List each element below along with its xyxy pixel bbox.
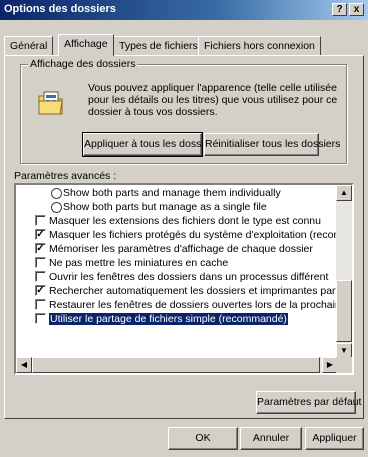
advanced-settings-items: Show both parts and manage them individu… — [16, 185, 338, 359]
list-item-label: Masquer les fichiers protégés du système… — [49, 229, 338, 241]
list-item-label: Ne pas mettre les miniatures en cache — [49, 257, 229, 269]
horizontal-scroll-thumb[interactable] — [32, 357, 320, 373]
apply-button[interactable]: Appliquer — [305, 427, 364, 450]
checkbox-checked[interactable]: ✓ — [35, 243, 46, 254]
cancel-button[interactable]: Annuler — [240, 427, 302, 450]
checkbox[interactable] — [35, 271, 46, 282]
ok-button[interactable]: OK — [168, 427, 238, 450]
radio-button[interactable] — [51, 188, 62, 199]
arrow-left-icon[interactable]: ◀ — [16, 357, 32, 373]
vertical-scrollbar[interactable]: ▲ ▼ — [336, 185, 352, 359]
list-item-label: Utiliser le partage de fichiers simple (… — [48, 312, 289, 326]
tab-fichiers-hors-connexion[interactable]: Fichiers hors connexion — [198, 36, 321, 55]
list-item-label: Show both parts and manage them individu… — [63, 187, 281, 199]
list-item[interactable]: Restaurer les fenêtres de dossiers ouver… — [35, 299, 338, 312]
list-item-selected[interactable]: Utiliser le partage de fichiers simple (… — [35, 312, 289, 326]
help-button[interactable]: ? — [332, 3, 347, 16]
vertical-scroll-thumb[interactable] — [336, 280, 352, 342]
title-bar[interactable]: Options des dossiers ? x — [0, 0, 368, 20]
list-item-label: Rechercher automatiquement les dossiers … — [49, 285, 338, 297]
tab-affichage[interactable]: Affichage — [58, 34, 114, 56]
checkbox-checked[interactable]: ✓ — [35, 229, 46, 240]
folder-view-description: Vous pouvez appliquer l'apparence (telle… — [88, 82, 338, 118]
folder-view-legend: Affichage des dossiers — [28, 58, 138, 70]
advanced-settings-list[interactable]: Show both parts and manage them individu… — [14, 183, 354, 375]
list-item[interactable]: Show both parts but manage as a single f… — [51, 201, 267, 214]
tab-types-de-fichiers[interactable]: Types de fichiers — [113, 36, 204, 55]
apply-to-all-folders-button[interactable]: Appliquer à tous les dossiers — [82, 132, 218, 157]
list-item[interactable]: Ne pas mettre les miniatures en cache — [35, 257, 229, 270]
checkbox-checked[interactable]: ✓ — [35, 285, 46, 296]
list-item[interactable]: ✓ Mémoriser les paramètres d'affichage d… — [35, 243, 313, 256]
folder-options-dialog: Options des dossiers ? x Général Afficha… — [0, 0, 368, 457]
horizontal-scrollbar[interactable]: ◀ ▶ — [16, 357, 338, 373]
list-item-label: Restaurer les fenêtres de dossiers ouver… — [49, 299, 338, 311]
checkbox[interactable] — [35, 313, 46, 324]
radio-button[interactable] — [51, 202, 62, 213]
list-item-label: Ouvrir les fenêtres des dossiers dans un… — [49, 271, 329, 283]
checkbox[interactable] — [35, 257, 46, 268]
checkbox[interactable] — [35, 215, 46, 226]
list-item[interactable]: Show both parts and manage them individu… — [51, 187, 281, 200]
tab-general[interactable]: Général — [4, 36, 54, 55]
folder-options-icon — [38, 91, 63, 115]
scrollbar-corner — [336, 357, 352, 373]
restore-defaults-button[interactable]: Paramètres par défaut — [256, 391, 361, 414]
reset-all-folders-button[interactable]: Réinitialiser tous les dossiers — [204, 133, 340, 156]
close-button[interactable]: x — [349, 3, 364, 16]
window-title: Options des dossiers — [4, 3, 116, 15]
list-item-label: Masquer les extensions des fichiers dont… — [49, 215, 321, 227]
arrow-up-icon[interactable]: ▲ — [336, 185, 352, 201]
list-item[interactable]: ✓ Masquer les fichiers protégés du systè… — [35, 229, 338, 242]
advanced-settings-label: Paramètres avancés : — [14, 170, 117, 182]
list-item[interactable]: Ouvrir les fenêtres des dossiers dans un… — [35, 271, 329, 284]
list-item[interactable]: ✓ Rechercher automatiquement les dossier… — [35, 285, 338, 298]
list-item-label: Show both parts but manage as a single f… — [63, 201, 267, 213]
list-item[interactable]: Masquer les extensions des fichiers dont… — [35, 215, 321, 228]
checkbox[interactable] — [35, 299, 46, 310]
list-item-label: Mémoriser les paramètres d'affichage de … — [49, 243, 313, 255]
